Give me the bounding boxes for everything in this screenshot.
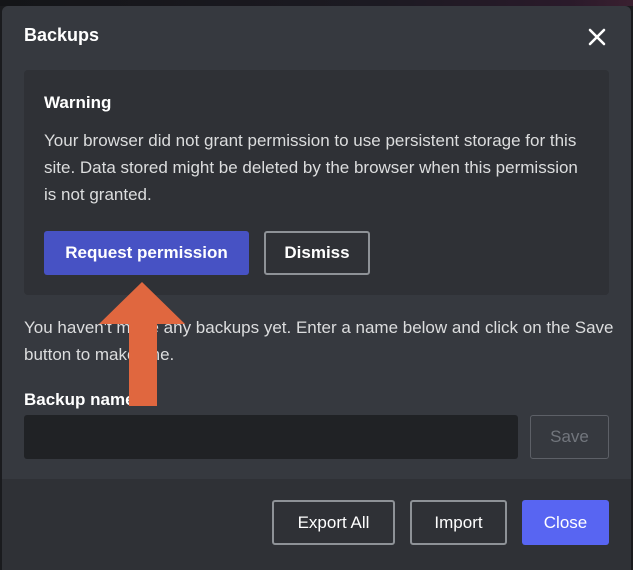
request-permission-button[interactable]: Request permission bbox=[44, 231, 249, 275]
export-all-button[interactable]: Export All bbox=[272, 500, 395, 545]
backup-name-label: Backup name bbox=[24, 390, 135, 409]
close-icon[interactable] bbox=[586, 26, 608, 48]
dialog-header: Backups bbox=[2, 6, 631, 68]
backups-dialog: Backups Warning Your browser did not gra… bbox=[2, 6, 631, 570]
backup-name-input[interactable] bbox=[24, 415, 518, 459]
dialog-title: Backups bbox=[24, 25, 100, 45]
no-backups-message: You haven't made any backups yet. Enter … bbox=[24, 318, 614, 364]
dismiss-button[interactable]: Dismiss bbox=[264, 231, 370, 275]
save-button[interactable]: Save bbox=[530, 415, 609, 459]
warning-panel: Warning Your browser did not grant permi… bbox=[24, 70, 609, 295]
warning-message: Your browser did not grant permission to… bbox=[44, 131, 578, 204]
warning-title: Warning bbox=[44, 93, 112, 112]
dialog-footer: Export All Import Close bbox=[2, 479, 631, 570]
import-button[interactable]: Import bbox=[410, 500, 507, 545]
close-button[interactable]: Close bbox=[522, 500, 609, 545]
